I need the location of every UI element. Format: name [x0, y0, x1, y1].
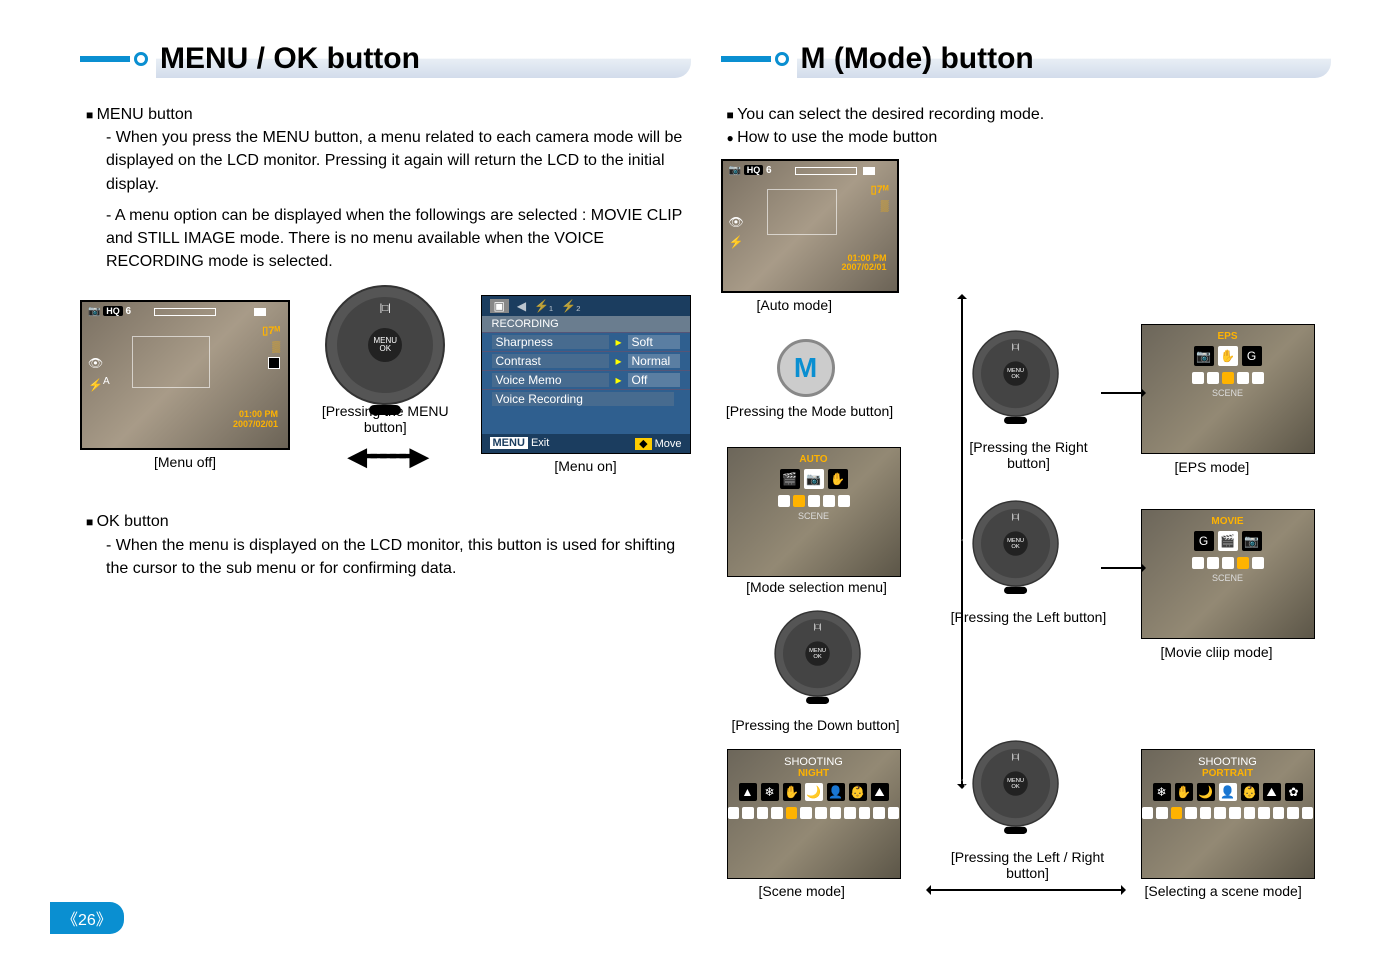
lcd-preview-menu-off: 📷 HQ 6 ▯7ᴹ ▒ 👁⚡A 01:00 PM2007/02/01 [80, 300, 290, 450]
menu-ok-center: MENU OK [368, 328, 402, 362]
howto-bullet: How to use the mode button [727, 126, 1332, 149]
flash-icon: ⚡₁ [534, 299, 553, 313]
display-icon: |□| [380, 303, 391, 314]
camera-tab-icon: ▣ [490, 299, 509, 313]
caption-scene-mode: [Scene mode] [759, 883, 845, 899]
flash2-icon: ⚡₂ [561, 299, 581, 313]
menu-button-p2: - A menu option can be displayed when th… [80, 204, 691, 274]
mode-button-illustration: M [777, 339, 835, 397]
caption-auto-mode: [Auto mode] [757, 297, 833, 313]
caption-selecting-scene: [Selecting a scene mode] [1145, 883, 1302, 899]
intro-bullet: You can select the desired recording mod… [727, 103, 1332, 126]
menu-section-title: RECORDING [482, 316, 690, 332]
lcd-mode-selection: AUTO 🎬📷✋ ◁▷ SCENE [727, 447, 901, 577]
control-down-press: |□| MENU OK ☞ [783, 619, 852, 688]
lcd-auto-mode: 📷 HQ 6 ▯7ᴹ ▒ 👁⚡ 01:00 PM2007/02/01 [721, 159, 899, 293]
caption-movie-mode: [Movie cliip mode] [1161, 644, 1273, 660]
caption-pressing-right: [Pressing the Right button] [949, 439, 1109, 471]
hand-icon: ☞ [1056, 363, 1074, 384]
control-left-press: |□| MENU OK ☞ [981, 509, 1050, 578]
lcd-selecting-scene: SHOOTING PORTRAIT ❄✋🌙👤👶⛰✿ ◁▷ [1141, 749, 1315, 879]
control-lr-press: |□| MENU OK ☞ [981, 749, 1050, 818]
page-number: 《26》 [50, 902, 124, 934]
hand-icon: ☞ [442, 330, 467, 360]
arrow-right-icon [1101, 392, 1141, 394]
double-arrow-icon: ◀━━━━━▶ [347, 441, 423, 472]
lcd-scene-mode: SHOOTING NIGHT ▲❄✋🌙👤👶⛰ ◁▷ [727, 749, 901, 879]
caption-pressing-mode: [Pressing the Mode button] [721, 403, 899, 419]
ok-button-heading: OK button [86, 510, 691, 533]
heading-left: MENU / OK button [156, 40, 691, 78]
section-heading-left: MENU / OK button [80, 40, 691, 78]
caption-menu-on: [Menu on] [554, 458, 616, 474]
arrow-double-icon [931, 889, 1121, 891]
hand-icon: ☞ [850, 693, 868, 714]
arrow-right-icon [1101, 567, 1141, 569]
caption-pressing-left: [Pressing the Left button] [949, 609, 1109, 625]
control-right-press: |□| MENU OK ☞ [981, 339, 1050, 408]
speaker-icon: ◀ [517, 299, 526, 313]
caption-eps-mode: [EPS mode] [1175, 459, 1250, 475]
ok-button-p1: - When the menu is displayed on the LCD … [80, 534, 691, 580]
lcd-menu-panel: ▣◀⚡₁⚡₂ RECORDING Sharpness▸Soft Contrast… [481, 295, 691, 454]
hand-icon: ☞ [956, 533, 974, 554]
menu-button-p1: - When you press the MENU button, a menu… [80, 126, 691, 196]
caption-pressing-down: [Pressing the Down button] [721, 717, 911, 733]
caption-pressing-lr: [Pressing the Left / Right button] [933, 849, 1123, 881]
lcd-eps-mode: EPS 📷✋G ◁▷ SCENE [1141, 324, 1315, 454]
lcd-movie-mode: MOVIE G🎬📷 ◁▷ SCENE [1141, 509, 1315, 639]
caption-menu-off: [Menu off] [154, 454, 216, 470]
heading-right: M (Mode) button [797, 40, 1332, 78]
section-heading-right: M (Mode) button [721, 40, 1332, 78]
menu-ok-control-illustration: |□| MENU OK ☞ [337, 297, 433, 393]
caption-mode-selection: [Mode selection menu] [731, 579, 903, 595]
menu-button-heading: MENU button [86, 103, 691, 126]
